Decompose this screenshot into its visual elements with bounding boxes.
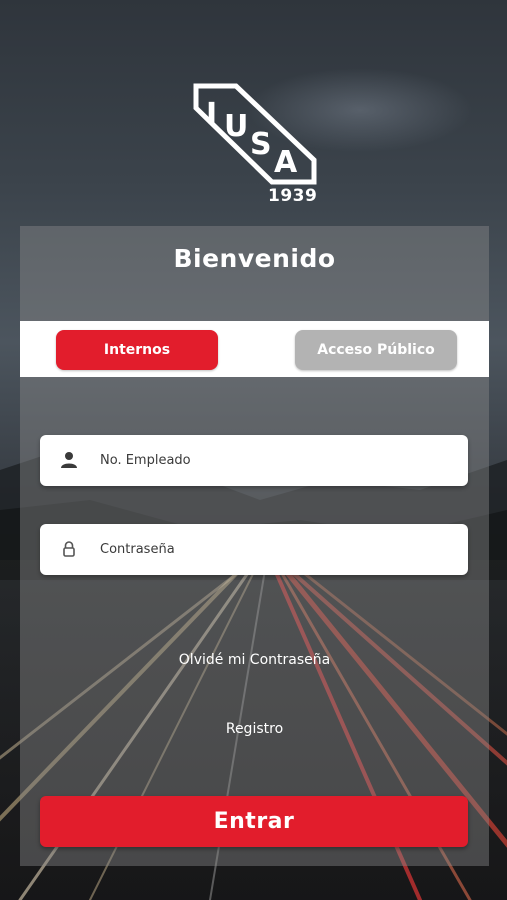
tab-internos[interactable]: Internos: [56, 330, 218, 370]
password-field[interactable]: [40, 524, 468, 575]
tab-acceso-publico-label: Acceso Público: [317, 342, 435, 358]
tab-acceso-publico[interactable]: Acceso Público: [295, 330, 457, 370]
user-icon: [61, 452, 77, 468]
forgot-password-link[interactable]: Olvidé mi Contraseña: [20, 652, 489, 668]
submit-button-label: Entrar: [213, 809, 295, 834]
tab-internos-label: Internos: [103, 342, 171, 358]
access-tab-bar: Internos Acceso Público: [20, 321, 489, 377]
submit-button[interactable]: Entrar: [40, 796, 468, 847]
password-input[interactable]: [100, 524, 450, 575]
register-link[interactable]: Registro: [20, 721, 489, 737]
logo-year: 1939: [268, 186, 318, 206]
page-title: Bienvenido: [173, 244, 336, 273]
lock-icon: [63, 541, 75, 557]
svg-text:I: I: [206, 97, 217, 132]
login-screen: I U S A 1939 Bienvenido Internos Acceso …: [0, 0, 507, 900]
employee-number-input[interactable]: [100, 435, 450, 486]
svg-text:A: A: [274, 145, 298, 180]
employee-number-field[interactable]: [40, 435, 468, 486]
svg-text:S: S: [250, 127, 272, 162]
svg-text:U: U: [224, 109, 248, 144]
